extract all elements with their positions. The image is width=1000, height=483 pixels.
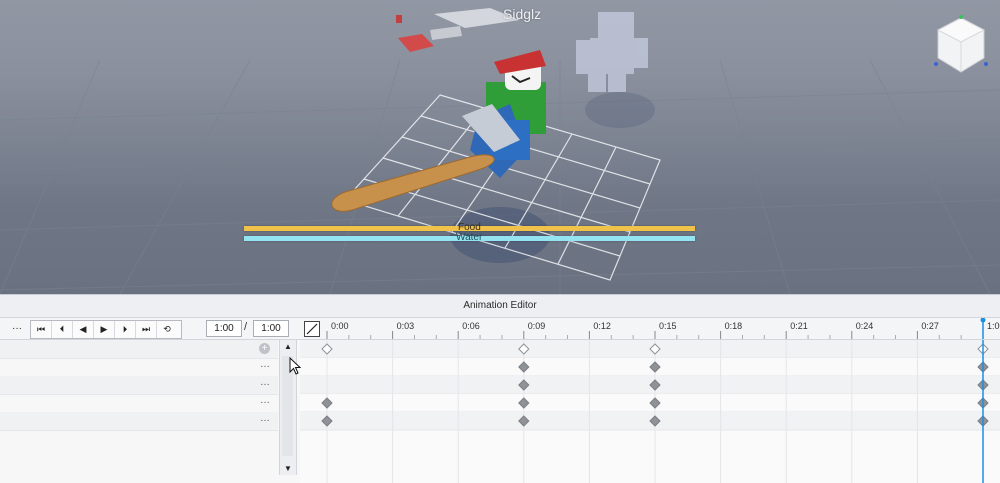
- timeline-body[interactable]: [300, 340, 1000, 483]
- water-label: Water: [456, 232, 483, 243]
- track-menu-icon[interactable]: …: [260, 377, 270, 388]
- tick-label: 0:18: [725, 321, 743, 331]
- editor-title: Animation Editor: [463, 300, 537, 311]
- skip-to-start-button[interactable]: ⏮: [31, 321, 52, 338]
- track-row[interactable]: …: [0, 412, 278, 431]
- scene-floor: [0, 8, 1000, 294]
- previous-frame-button[interactable]: ⏴: [52, 321, 73, 338]
- timeline-ruler[interactable]: 0:00 0:03 0:06 0:09 0:12 0:15 0:18 0:21 0:24 0:27…: [300, 318, 1000, 339]
- tick-label: 0:15: [659, 321, 677, 331]
- animation-editor: Animation Editor ··· ⏮ ⏴ ◀ ▶ ⏵ ⏭ ⟲ 1:00 …: [0, 294, 1000, 483]
- track-row[interactable]: …: [0, 394, 278, 413]
- track-menu-icon[interactable]: …: [260, 413, 270, 424]
- playhead-handle: [980, 318, 986, 323]
- tick-label: 0:06: [462, 321, 480, 331]
- player-name-tag: Sidglz: [503, 6, 542, 22]
- track-row[interactable]: …: [0, 376, 278, 395]
- tick-label: 0:27: [921, 321, 939, 331]
- next-frame-button[interactable]: ⏵: [115, 321, 136, 338]
- tick-label: 0:21: [790, 321, 808, 331]
- tick-label: 0:12: [593, 321, 611, 331]
- total-time-input[interactable]: 1:00: [253, 320, 289, 337]
- current-time-input[interactable]: 1:00: [206, 320, 242, 337]
- transport-toolbar: ··· ⏮ ⏴ ◀ ▶ ⏵ ⏭ ⟲ 1:00 / 1:00: [0, 318, 300, 340]
- tick-label: 0:03: [397, 321, 415, 331]
- loop-toggle-button[interactable]: ⟲: [157, 321, 177, 338]
- tick-label: 1:00: [987, 321, 1000, 331]
- play-reverse-button[interactable]: ◀: [73, 321, 94, 338]
- tick-label: 0:09: [528, 321, 546, 331]
- game-viewport[interactable]: Sidglz Food Water: [0, 0, 1000, 294]
- tick-label: 0:24: [856, 321, 874, 331]
- scroll-up-icon[interactable]: ▲: [280, 342, 296, 351]
- time-separator: /: [244, 321, 248, 333]
- keyframe-grid[interactable]: [300, 340, 1000, 483]
- scroll-down-icon[interactable]: ▼: [280, 464, 296, 473]
- track-list: + … … … …: [0, 340, 278, 483]
- editor-titlebar: Animation Editor: [0, 295, 1000, 318]
- track-row[interactable]: …: [0, 358, 278, 377]
- track-menu-icon[interactable]: …: [260, 395, 270, 406]
- timeline-header[interactable]: 0:00 0:03 0:06 0:09 0:12 0:15 0:18 0:21 0:24 0:27…: [300, 318, 1000, 340]
- add-track-icon[interactable]: +: [259, 343, 270, 354]
- track-row[interactable]: +: [0, 340, 278, 359]
- more-dots-icon[interactable]: ···: [10, 321, 24, 336]
- mouse-cursor-icon: [289, 357, 301, 375]
- tick-label: 0:00: [331, 321, 349, 331]
- playback-controls: ⏮ ⏴ ◀ ▶ ⏵ ⏭ ⟲: [30, 320, 182, 339]
- track-menu-icon[interactable]: …: [260, 359, 270, 370]
- view-cube-icon[interactable]: [930, 14, 992, 76]
- play-button[interactable]: ▶: [94, 321, 115, 338]
- skip-to-end-button[interactable]: ⏭: [136, 321, 157, 338]
